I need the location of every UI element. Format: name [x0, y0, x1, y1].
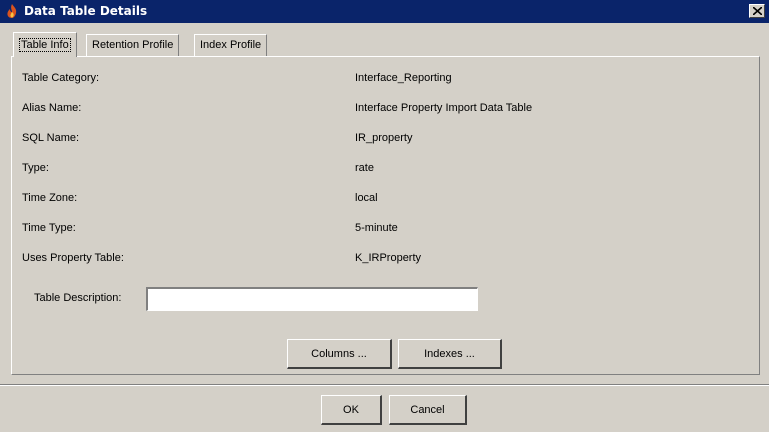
field-value-sql-name: IR_property	[355, 132, 413, 144]
cancel-button[interactable]: Cancel	[389, 395, 467, 425]
field-value-uses-property-table: K_IRProperty	[355, 252, 422, 264]
field-label-sql-name: SQL Name:	[22, 132, 80, 144]
window-title: Data Table Details	[24, 4, 148, 18]
title-bar[interactable]: Data Table Details	[0, 0, 769, 23]
field-label-time-zone: Time Zone:	[22, 192, 78, 204]
columns-button[interactable]: Columns ...	[287, 339, 392, 369]
field-label-uses-property-table: Uses Property Table:	[22, 252, 124, 264]
field-value-table-category: Interface_Reporting	[355, 72, 452, 84]
field-value-alias-name: Interface Property Import Data Table	[355, 102, 533, 114]
field-value-time-type: 5-minute	[355, 222, 398, 234]
field-label-alias-name: Alias Name:	[22, 102, 82, 114]
tab-index-profile[interactable]: Index Profile	[194, 34, 268, 56]
indexes-button[interactable]: Indexes ...	[398, 339, 502, 369]
field-label-table-category: Table Category:	[22, 72, 100, 84]
separator	[0, 384, 769, 386]
tab-label: Retention Profile	[92, 39, 174, 51]
table-description-input[interactable]	[146, 287, 478, 311]
close-icon	[753, 7, 762, 15]
tab-label: Index Profile	[200, 39, 262, 51]
table-description-label: Table Description:	[34, 292, 122, 304]
field-value-type: rate	[355, 162, 374, 174]
tab-table-info[interactable]: Table Info	[13, 32, 77, 57]
ok-button[interactable]: OK	[321, 395, 382, 425]
close-button[interactable]	[749, 4, 765, 18]
tab-retention-profile[interactable]: Retention Profile	[86, 34, 180, 56]
field-label-time-type: Time Type:	[22, 222, 76, 234]
flame-icon	[4, 3, 20, 19]
field-value-time-zone: local	[355, 192, 378, 204]
field-label-type: Type:	[22, 162, 49, 174]
tab-label: Table Info	[19, 38, 71, 52]
